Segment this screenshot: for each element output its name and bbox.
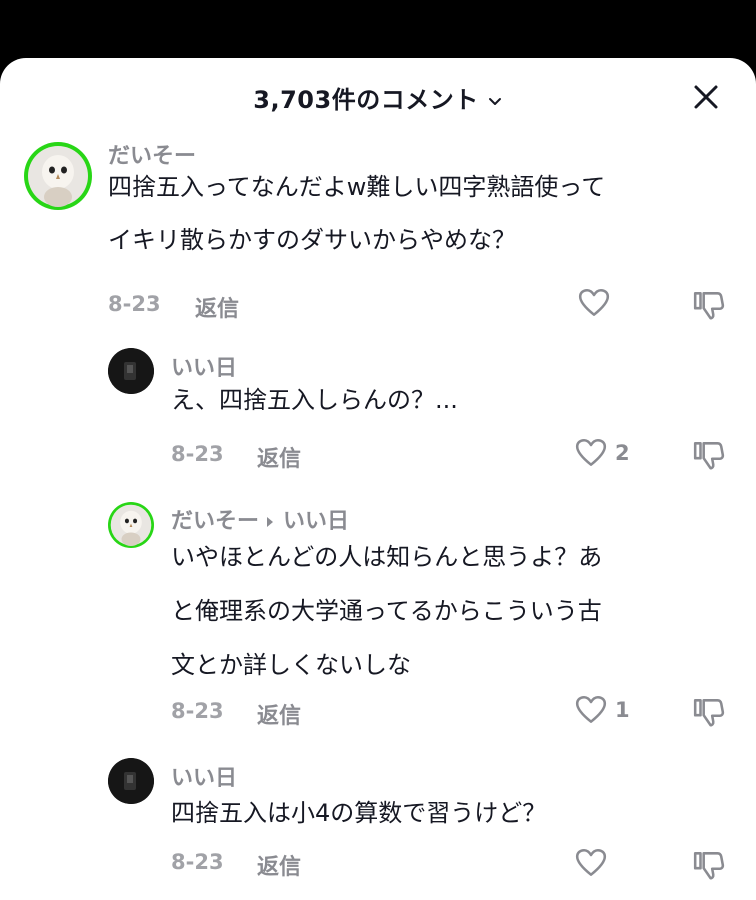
comment-username[interactable]: だいそー: [171, 509, 259, 534]
reply-item: だいそー いい日 いやほとんどの人は知らんと思うよ？あ と俺理系の大学通ってるから…: [0, 498, 756, 738]
avatar[interactable]: [24, 142, 92, 210]
owl-icon: [28, 146, 88, 207]
avatar[interactable]: [108, 348, 154, 394]
comment-date: 8-23: [171, 699, 224, 723]
chevron-down-icon: [488, 98, 501, 105]
comment-text-line: 四捨五入は小4の算数で習うけど？: [171, 799, 547, 827]
comment-item: だいそー 四捨五入ってなんだよw難しい四字熟語使って イキリ散らかすのダサいから…: [0, 138, 756, 328]
dark-avatar-icon: [108, 348, 154, 394]
dislike-icon[interactable]: [692, 695, 726, 729]
reply-button[interactable]: 返信: [257, 698, 301, 730]
like-count: 1: [615, 698, 630, 722]
avatar[interactable]: [108, 758, 154, 804]
reply-arrow-icon: [267, 517, 274, 527]
reply-target-username[interactable]: いい日: [283, 509, 349, 534]
comment-date: 8-23: [171, 442, 224, 466]
comment-text-line: と俺理系の大学通ってるからこういう古: [171, 597, 602, 625]
reply-button[interactable]: 返信: [257, 849, 301, 881]
comment-username-with-reply-target: だいそー いい日: [171, 503, 349, 535]
dislike-icon[interactable]: [692, 288, 726, 322]
heart-icon[interactable]: [574, 693, 608, 727]
dislike-icon[interactable]: [692, 438, 726, 472]
comment-text-line: イキリ散らかすのダサいからやめな？: [108, 226, 516, 254]
comment-username[interactable]: いい日: [171, 760, 237, 792]
comment-date: 8-23: [108, 292, 161, 316]
reply-item: いい日 え、四捨五入しらんの？... 8-23 返信 2: [0, 348, 756, 488]
comment-count-title: 3,703件のコメント: [253, 86, 479, 114]
avatar[interactable]: [108, 502, 154, 548]
heart-icon[interactable]: [574, 436, 608, 470]
owl-icon: [110, 504, 152, 546]
comment-text-line: え、四捨五入しらんの？...: [171, 386, 458, 414]
dislike-icon[interactable]: [692, 848, 726, 882]
comment-text-line: いやほとんどの人は知らんと思うよ？あ: [171, 543, 603, 571]
comment-count-sort[interactable]: 3,703件のコメント: [0, 80, 756, 115]
reply-button[interactable]: 返信: [195, 291, 239, 323]
heart-icon[interactable]: [577, 286, 611, 320]
dark-avatar-icon: [108, 758, 154, 804]
comment-date: 8-23: [171, 850, 224, 874]
reply-button[interactable]: 返信: [257, 441, 301, 473]
reply-item: いい日 四捨五入は小4の算数で習うけど？ 8-23 返信: [0, 756, 756, 896]
comments-header: 3,703件のコメント: [0, 58, 756, 136]
like-count: 2: [615, 441, 630, 465]
close-icon[interactable]: [692, 83, 720, 111]
heart-icon[interactable]: [574, 846, 608, 880]
comment-text-line: 四捨五入ってなんだよw難しい四字熟語使って: [108, 173, 606, 201]
comments-sheet: 3,703件のコメント だいそー 四捨五入ってなんだよw難しい四字熟語使って イ…: [0, 58, 756, 900]
comment-text-line: 文とか詳しくないしな: [171, 651, 411, 679]
